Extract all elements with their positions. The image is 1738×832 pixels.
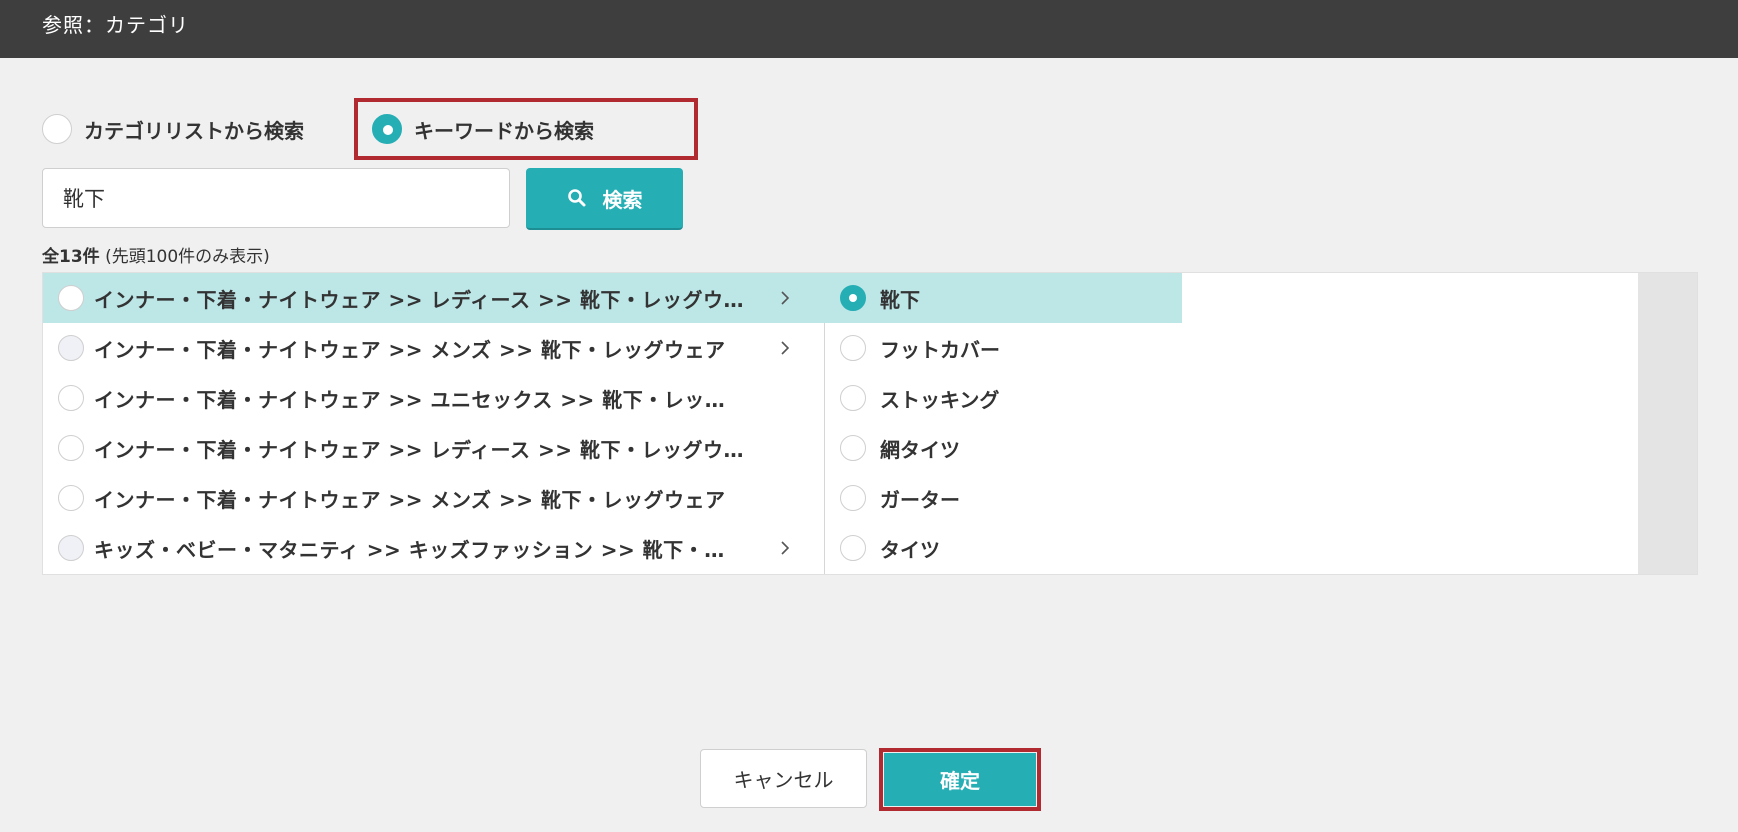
keyword-search-input[interactable] bbox=[42, 168, 510, 228]
category-path-label: インナー・下着・ナイトウェア >> レディース >> 靴下・レッグウェア bbox=[94, 287, 744, 312]
chevron-right-icon bbox=[779, 273, 791, 323]
radio-circle-icon bbox=[58, 385, 84, 411]
radio-selected-icon bbox=[372, 114, 402, 144]
list-item[interactable]: ストッキング bbox=[825, 373, 999, 423]
radio-circle-icon bbox=[840, 535, 866, 561]
subcategory-label: 網タイツ bbox=[880, 437, 960, 462]
radio-label: カテゴリリストから検索 bbox=[84, 118, 304, 143]
dialog-title: 参照：カテゴリ bbox=[0, 0, 1738, 58]
chevron-right-icon bbox=[779, 523, 791, 573]
result-total: 全13件 bbox=[42, 247, 100, 267]
radio-circle-icon bbox=[840, 335, 866, 361]
radio-circle-icon bbox=[42, 114, 72, 144]
radio-search-by-keyword[interactable]: キーワードから検索 bbox=[372, 114, 594, 144]
subcategory-label: タイツ bbox=[880, 537, 940, 562]
list-item[interactable]: インナー・下着・ナイトウェア >> メンズ >> 靴下・レッグウェア bbox=[43, 473, 825, 523]
category-path-label: インナー・下着・ナイトウェア >> レディース >> 靴下・レッグウェア bbox=[94, 437, 744, 462]
category-path-label: キッズ・ベビー・マタニティ >> キッズファッション >> 靴下・レッグウェア bbox=[94, 537, 744, 562]
category-results-panel: インナー・下着・ナイトウェア >> レディース >> 靴下・レッグウェア インナ… bbox=[42, 272, 1698, 575]
category-list: インナー・下着・ナイトウェア >> レディース >> 靴下・レッグウェア インナ… bbox=[43, 273, 825, 574]
radio-selected-icon bbox=[840, 285, 866, 311]
radio-circle-icon bbox=[840, 385, 866, 411]
radio-label: キーワードから検索 bbox=[414, 118, 594, 143]
radio-circle-icon bbox=[58, 535, 84, 561]
chevron-right-icon bbox=[779, 323, 791, 373]
list-item[interactable]: インナー・下着・ナイトウェア >> レディース >> 靴下・レッグウェア bbox=[43, 273, 825, 323]
result-count: 全13件 (先頭100件のみ表示) bbox=[42, 242, 270, 267]
list-item[interactable]: 網タイツ bbox=[825, 423, 960, 473]
scrollbar-track[interactable] bbox=[1638, 273, 1697, 574]
list-item[interactable]: インナー・下着・ナイトウェア >> レディース >> 靴下・レッグウェア bbox=[43, 423, 825, 473]
category-path-label: インナー・下着・ナイトウェア >> メンズ >> 靴下・レッグウェア bbox=[94, 337, 726, 362]
cancel-button[interactable]: キャンセル bbox=[700, 749, 867, 808]
list-item[interactable]: インナー・下着・ナイトウェア >> メンズ >> 靴下・レッグウェア bbox=[43, 323, 825, 373]
category-path-label: インナー・下着・ナイトウェア >> ユニセックス >> 靴下・レッグウェア bbox=[94, 387, 744, 412]
subcategory-label: ストッキング bbox=[880, 387, 1000, 412]
confirm-button[interactable]: 確定 bbox=[884, 753, 1036, 806]
list-item[interactable]: キッズ・ベビー・マタニティ >> キッズファッション >> 靴下・レッグウェア bbox=[43, 523, 825, 573]
radio-circle-icon bbox=[58, 485, 84, 511]
search-icon bbox=[567, 189, 585, 207]
radio-circle-icon bbox=[840, 435, 866, 461]
search-button-label: 検索 bbox=[602, 187, 643, 212]
radio-search-by-category-list[interactable]: カテゴリリストから検索 bbox=[42, 114, 304, 144]
radio-circle-icon bbox=[58, 335, 84, 361]
radio-circle-icon bbox=[840, 485, 866, 511]
subcategory-label: フットカバー bbox=[880, 337, 1000, 362]
subcategory-list: 靴下 フットカバー ストッキング 網タイツ ガーター タイツ bbox=[825, 273, 1682, 574]
list-item[interactable]: 靴下 bbox=[825, 273, 1182, 323]
result-note: (先頭100件のみ表示) bbox=[105, 247, 270, 267]
search-button[interactable]: 検索 bbox=[526, 168, 683, 230]
list-item[interactable]: タイツ bbox=[825, 523, 940, 573]
list-item[interactable]: インナー・下着・ナイトウェア >> ユニセックス >> 靴下・レッグウェア bbox=[43, 373, 825, 423]
category-path-label: インナー・下着・ナイトウェア >> メンズ >> 靴下・レッグウェア bbox=[94, 487, 726, 512]
list-item[interactable]: ガーター bbox=[825, 473, 960, 523]
radio-circle-icon bbox=[58, 285, 84, 311]
subcategory-label: ガーター bbox=[880, 487, 960, 512]
radio-circle-icon bbox=[58, 435, 84, 461]
subcategory-label: 靴下 bbox=[880, 287, 920, 312]
list-item[interactable]: フットカバー bbox=[825, 323, 1000, 373]
